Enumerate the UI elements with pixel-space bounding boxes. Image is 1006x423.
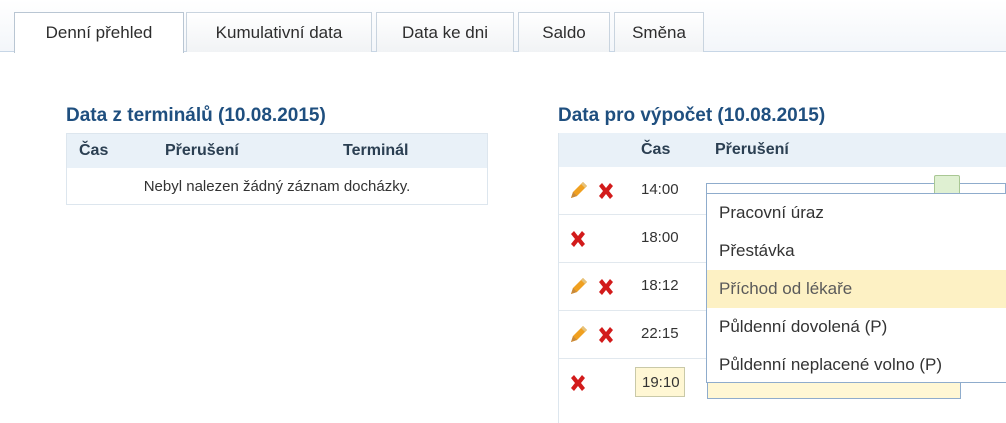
column-preruseni: Přerušení	[165, 142, 239, 159]
pencil-icon[interactable]	[567, 276, 589, 298]
option-puldenni-neplacene-volno[interactable]: Půldenní neplacené volno (P)	[707, 346, 1006, 384]
tab-denni-prehled[interactable]: Denní přehled	[14, 12, 184, 53]
row-time: 18:00	[641, 229, 679, 246]
terminal-table-header: Čas Přerušení Terminál	[67, 134, 487, 168]
column-cas: Čas	[641, 141, 671, 158]
terminal-table: Čas Přerušení Terminál Nebyl nalezen žád…	[66, 133, 488, 205]
calc-data-title: Data pro výpočet (10.08.2015)	[558, 105, 826, 126]
tab-smena[interactable]: Směna	[614, 12, 704, 52]
option-prichod-od-lekare[interactable]: Příchod od lékaře	[707, 270, 1006, 308]
tab-bar: Denní přehled Kumulativní data Data ke d…	[0, 0, 1006, 53]
tab-saldo[interactable]: Saldo	[518, 12, 610, 52]
tab-kumulativni-data[interactable]: Kumulativní data	[186, 12, 372, 52]
combo-button[interactable]	[934, 175, 960, 195]
row-time: 14:00	[641, 181, 679, 198]
delete-icon[interactable]	[595, 276, 617, 298]
delete-icon[interactable]	[595, 180, 617, 202]
pencil-icon[interactable]	[567, 324, 589, 346]
column-preruseni: Přerušení	[715, 141, 789, 158]
pencil-icon[interactable]	[567, 180, 589, 202]
option-puldenni-dovolena[interactable]: Půldenní dovolená (P)	[707, 308, 1006, 346]
delete-icon[interactable]	[595, 324, 617, 346]
time-input[interactable]	[635, 367, 685, 397]
delete-icon[interactable]	[567, 372, 589, 394]
delete-icon[interactable]	[567, 228, 589, 250]
option-pracovni-uraz[interactable]: Pracovní úraz	[707, 194, 1006, 232]
column-cas: Čas	[79, 142, 109, 159]
column-terminal: Terminál	[343, 142, 409, 159]
calc-table-header: Čas Přerušení	[559, 133, 1006, 167]
tab-data-ke-dni[interactable]: Data ke dni	[376, 12, 514, 52]
empty-message: Nebyl nalezen žádný záznam docházky.	[143, 177, 411, 195]
reason-dropdown: Pracovní úraz Přestávka Příchod od lékař…	[706, 193, 1006, 383]
row-time: 22:15	[641, 325, 679, 342]
option-prestavka[interactable]: Přestávka	[707, 232, 1006, 270]
row-time: 18:12	[641, 277, 679, 294]
terminal-data-title: Data z terminálů (10.08.2015)	[66, 105, 326, 126]
